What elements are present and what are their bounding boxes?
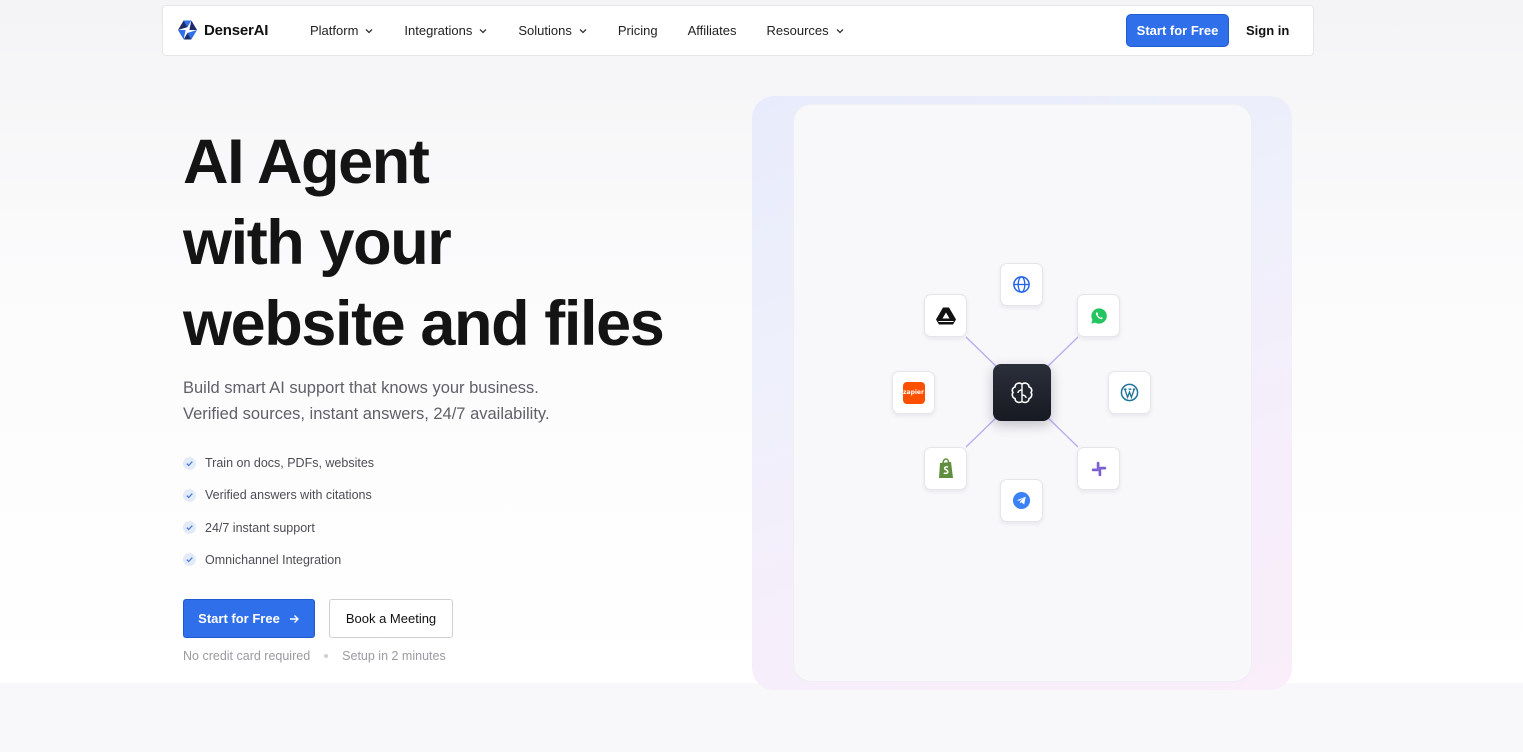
slack-tile [1077,447,1120,490]
globe-icon [1013,276,1030,293]
wordpress-icon [1120,383,1139,402]
telegram-tile [1000,479,1043,522]
connector-lines [965,336,1079,448]
whatsapp-icon [1090,307,1107,324]
telegram-icon [1012,491,1031,510]
ai-brain-hub [993,364,1051,421]
shopify-tile [924,447,967,490]
shopify-icon [938,457,953,478]
google-drive-tile [924,294,967,337]
wordpress-tile [1108,371,1151,414]
globe-tile [1000,263,1043,306]
zapier-tile: zapier [892,371,935,414]
whatsapp-tile [1077,294,1120,337]
brain-icon [1011,381,1033,403]
slack-icon [1091,461,1106,476]
zapier-icon: zapier [902,381,925,404]
google-drive-icon [935,307,956,324]
